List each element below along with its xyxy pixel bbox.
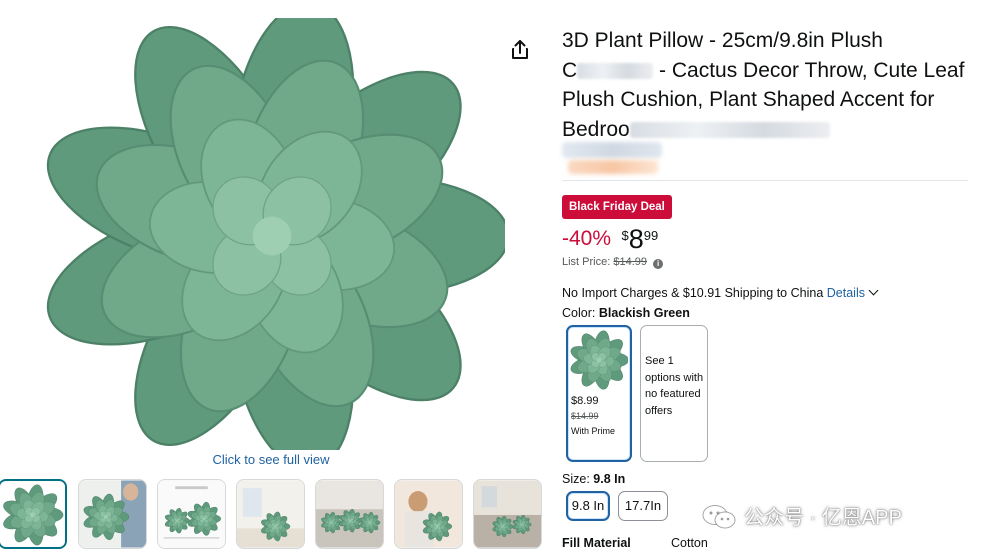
title-line-3: Plush Cushion, Plant Shaped Accent for — [562, 88, 935, 111]
title-line-4: Bedroo — [562, 115, 972, 145]
see-options-text: See 1 options with no featured offers — [645, 355, 704, 417]
full-view-link[interactable]: Click to see full view — [0, 452, 542, 467]
thumbnail-4[interactable] — [236, 479, 305, 549]
thumbnail-1[interactable] — [0, 479, 67, 549]
price-row: -40% $899 — [562, 224, 658, 254]
thumbnail-7[interactable] — [473, 479, 542, 549]
thumbnail-3[interactable] — [157, 479, 226, 549]
title-line-2: C - Cactus Decor Throw, Cute Leaf — [562, 58, 965, 82]
color-label: Color: Blackish Green — [562, 306, 690, 320]
thumbnail-5[interactable] — [315, 479, 384, 549]
succulent-thumb-image — [0, 481, 65, 547]
product-title: 3D Plant Pillow - 25cm/9.8in Plush C - C… — [562, 26, 972, 144]
living-room-image — [474, 480, 541, 548]
shipping-details-link[interactable]: Details — [827, 286, 865, 300]
spec-fill-material-label: Fill Material — [562, 536, 631, 550]
share-icon[interactable] — [508, 38, 532, 62]
swatch-image — [570, 329, 629, 391]
selected-color: Blackish Green — [598, 306, 690, 320]
swatch-price: $8.99 — [571, 395, 599, 407]
deal-badge: Black Friday Deal — [562, 195, 672, 219]
redacted-brand-link[interactable] — [562, 142, 662, 158]
spec-fill-material-value: Cotton — [671, 536, 708, 550]
thumbnail-6[interactable] — [394, 479, 463, 549]
room-scene-image — [237, 480, 304, 548]
watermark: 公众号 · 亿恩APP — [702, 503, 902, 533]
swatch-prime-note: With Prime — [571, 426, 616, 436]
thumbnail-2[interactable] — [78, 479, 147, 549]
redacted-text — [629, 121, 830, 138]
main-product-image[interactable] — [40, 1, 510, 471]
see-options-swatch[interactable]: See 1 options with no featured offers — [640, 325, 708, 462]
size-option-17-7in[interactable]: 17.7In — [618, 491, 668, 521]
wechat-icon — [702, 505, 736, 529]
shipping-info: No Import Charges & $10.91 Shipping to C… — [562, 285, 879, 300]
size-chart-image — [158, 480, 225, 548]
divider — [562, 180, 968, 181]
list-price-value: $14.99 — [613, 256, 648, 268]
thumbnail-strip — [0, 479, 560, 549]
swatch-list-price: $14.99 — [571, 411, 599, 421]
person-scene-image — [395, 480, 462, 548]
size-option-9-8in[interactable]: 9.8 In — [566, 491, 610, 521]
list-price: List Price: $14.99 i — [562, 256, 664, 269]
sofa-scene-image — [316, 480, 383, 548]
discount-percent: -40% — [562, 227, 612, 250]
redacted-rating — [568, 160, 658, 174]
selected-size: 9.8 In — [593, 472, 626, 486]
current-price: $899 — [621, 224, 659, 254]
redacted-text — [577, 62, 654, 79]
color-swatch-selected[interactable]: $8.99 $14.99 With Prime — [566, 325, 632, 462]
info-icon[interactable]: i — [653, 259, 664, 269]
pillow-held-image — [79, 480, 146, 548]
succulent-pillow-image — [46, 1, 510, 471]
chevron-down-icon[interactable] — [868, 285, 879, 296]
title-line-1: 3D Plant Pillow - 25cm/9.8in Plush — [562, 29, 883, 52]
size-label: Size: 9.8 In — [562, 472, 626, 486]
